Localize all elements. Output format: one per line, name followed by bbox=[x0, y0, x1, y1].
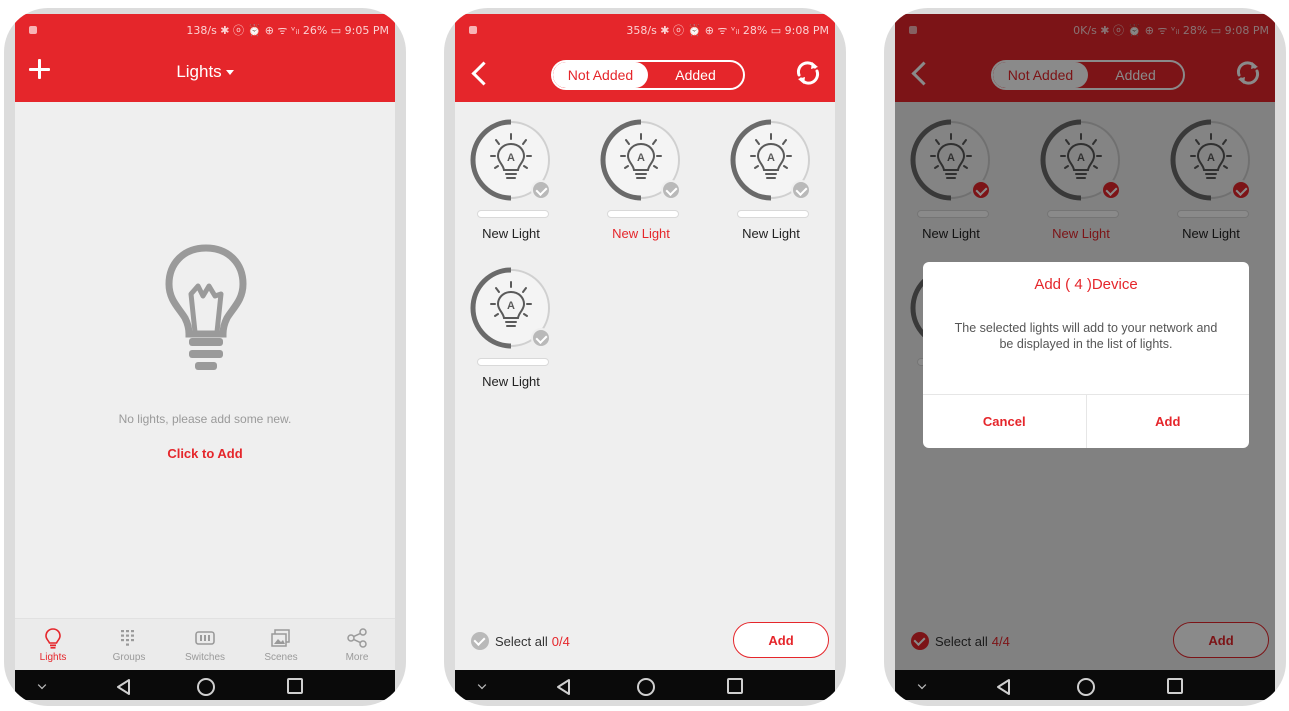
check-badge-icon[interactable] bbox=[531, 328, 551, 348]
brightness-bar bbox=[477, 210, 549, 218]
phone-screen-lights-empty: 138/s ✱ ⓞ ⏰ ⊕ ᯤ ᵛᵢₗ 26% ▭ 9:05 PM Lights… bbox=[4, 8, 406, 706]
svg-text:A: A bbox=[507, 152, 515, 164]
brightness-bar bbox=[737, 210, 809, 218]
lights-dropdown[interactable]: Lights bbox=[15, 62, 395, 82]
check-badge-icon[interactable] bbox=[531, 180, 551, 200]
system-navigation-bar bbox=[15, 670, 395, 700]
back-triangle-icon[interactable] bbox=[555, 678, 573, 696]
refresh-icon[interactable] bbox=[793, 58, 823, 88]
status-text: 358/s ✱ ⓞ ⏰ ⊕ ᯤ ᵛᵢₗ 28% ▭ 9:08 PM bbox=[626, 24, 829, 37]
nav-label: Lights bbox=[39, 652, 67, 663]
light-name: New Light bbox=[482, 226, 540, 241]
bulb-icon bbox=[45, 628, 61, 649]
dialog-message: The selected lights will add to your net… bbox=[954, 321, 1218, 351]
app-header: Not Added Added bbox=[455, 46, 835, 102]
tab-added[interactable]: Added bbox=[648, 62, 743, 88]
dialog-title: Add ( 4 )Device bbox=[1034, 276, 1138, 293]
check-badge-icon[interactable] bbox=[661, 180, 681, 200]
nav-more[interactable]: More bbox=[319, 619, 395, 670]
light-name: New Light bbox=[482, 374, 540, 389]
grid-icon bbox=[121, 630, 134, 646]
recent-apps-icon[interactable] bbox=[727, 678, 743, 694]
light-card[interactable]: A New Light bbox=[725, 118, 817, 248]
app-header: Lights bbox=[15, 46, 395, 102]
light-name: New Light bbox=[742, 226, 800, 241]
home-circle-icon[interactable] bbox=[1077, 678, 1095, 696]
brightness-bar bbox=[477, 358, 549, 366]
light-card[interactable]: A New Light bbox=[465, 118, 557, 248]
confirm-add-button[interactable]: Add bbox=[1085, 395, 1250, 448]
screen: 358/s ✱ ⓞ ⏰ ⊕ ᯤ ᵛᵢₗ 28% ▭ 9:08 PM Not Ad… bbox=[455, 14, 835, 700]
recent-apps-icon[interactable] bbox=[1167, 678, 1183, 694]
svg-text:A: A bbox=[507, 300, 515, 312]
status-bar: 358/s ✱ ⓞ ⏰ ⊕ ᯤ ᵛᵢₗ 28% ▭ 9:08 PM bbox=[455, 14, 835, 46]
page-title: Lights bbox=[176, 62, 222, 81]
bulb-outline-icon bbox=[165, 244, 247, 370]
nav-label: Groups bbox=[112, 652, 146, 663]
bottom-navigation: Lights Groups Switches Scenes More bbox=[15, 618, 395, 670]
chevron-down-icon[interactable] bbox=[477, 680, 487, 690]
add-button[interactable]: Add bbox=[733, 622, 829, 658]
home-circle-icon[interactable] bbox=[637, 678, 655, 696]
select-all-toggle[interactable]: Select all 0/4 bbox=[471, 632, 570, 650]
select-all-label: Select all bbox=[495, 633, 548, 649]
caret-down-icon bbox=[225, 70, 234, 76]
switch-icon bbox=[195, 631, 215, 645]
share-icon bbox=[347, 628, 367, 648]
chevron-down-icon[interactable] bbox=[917, 680, 927, 690]
system-navigation-bar bbox=[455, 670, 835, 700]
brightness-bar bbox=[607, 210, 679, 218]
dialog-actions: Cancel Add bbox=[923, 394, 1249, 448]
light-card[interactable]: A New Light bbox=[595, 118, 687, 248]
scene-icon bbox=[271, 629, 290, 647]
empty-state-text: No lights, please add some new. bbox=[118, 412, 292, 426]
svg-text:A: A bbox=[637, 152, 645, 164]
click-to-add-link[interactable]: Click to Add bbox=[15, 446, 395, 461]
notification-icon bbox=[469, 26, 477, 34]
nav-switches[interactable]: Switches bbox=[167, 619, 243, 670]
status-bar: 138/s ✱ ⓞ ⏰ ⊕ ᯤ ᵛᵢₗ 26% ▭ 9:05 PM bbox=[15, 14, 395, 46]
check-circle-icon bbox=[471, 632, 489, 650]
check-badge-icon[interactable] bbox=[791, 180, 811, 200]
add-device-dialog: Add ( 4 )Device The selected lights will… bbox=[923, 262, 1249, 448]
system-navigation-bar bbox=[895, 670, 1275, 700]
nav-lights[interactable]: Lights bbox=[15, 619, 91, 670]
chevron-down-icon[interactable] bbox=[37, 680, 47, 690]
back-triangle-icon[interactable] bbox=[115, 678, 133, 696]
nav-groups[interactable]: Groups bbox=[91, 619, 167, 670]
notification-icon bbox=[29, 26, 37, 34]
light-card[interactable]: A New Light bbox=[465, 266, 557, 396]
tab-not-added[interactable]: Not Added bbox=[553, 62, 648, 88]
added-toggle: Not Added Added bbox=[551, 60, 745, 90]
light-name: New Light bbox=[612, 226, 670, 241]
back-triangle-icon[interactable] bbox=[995, 678, 1013, 696]
screen: 0K/s ✱ ⓞ ⏰ ⊕ ᯤ ᵛᵢₗ 28% ▭ 9:08 PM Not Add… bbox=[895, 14, 1275, 700]
nav-label: More bbox=[345, 652, 369, 663]
screen: 138/s ✱ ⓞ ⏰ ⊕ ᯤ ᵛᵢₗ 26% ▭ 9:05 PM Lights… bbox=[15, 14, 395, 700]
svg-text:A: A bbox=[767, 152, 775, 164]
status-text: 138/s ✱ ⓞ ⏰ ⊕ ᯤ ᵛᵢₗ 26% ▭ 9:05 PM bbox=[186, 24, 389, 37]
nav-label: Scenes bbox=[264, 652, 298, 663]
selected-count: 0/4 bbox=[551, 633, 570, 649]
phone-screen-add-lights: 358/s ✱ ⓞ ⏰ ⊕ ᯤ ᵛᵢₗ 28% ▭ 9:08 PM Not Ad… bbox=[444, 8, 846, 706]
nav-scenes[interactable]: Scenes bbox=[243, 619, 319, 670]
phone-screen-add-dialog: 0K/s ✱ ⓞ ⏰ ⊕ ᯤ ᵛᵢₗ 28% ▭ 9:08 PM Not Add… bbox=[884, 8, 1286, 706]
recent-apps-icon[interactable] bbox=[287, 678, 303, 694]
home-circle-icon[interactable] bbox=[197, 678, 215, 696]
nav-label: Switches bbox=[184, 652, 225, 663]
cancel-button[interactable]: Cancel bbox=[923, 395, 1086, 448]
back-arrow-icon[interactable] bbox=[469, 60, 491, 86]
